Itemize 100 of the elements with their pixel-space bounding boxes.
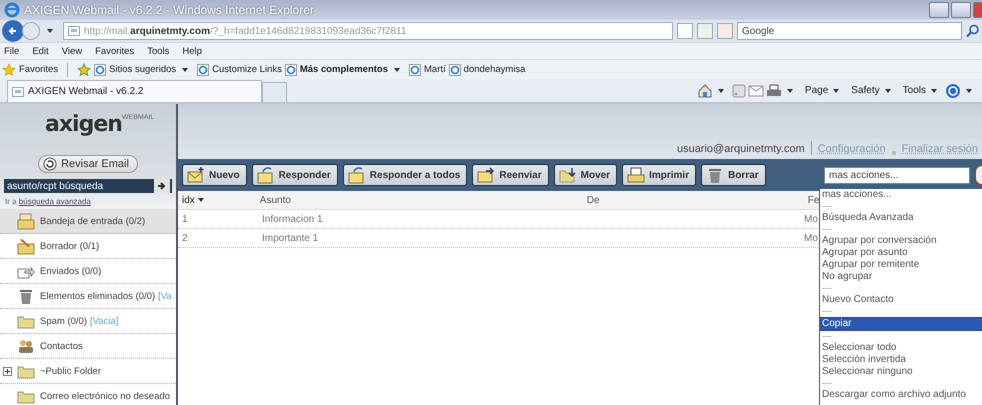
toolbar-button[interactable]: Responder a todos	[342, 164, 468, 186]
forward-mail-icon	[477, 166, 496, 184]
menu-item[interactable]: Tools	[147, 46, 170, 56]
dropdown-option[interactable]: Seleccionar todo	[820, 342, 982, 354]
caret-icon	[966, 88, 972, 92]
column-header[interactable]: Asunto	[256, 194, 583, 206]
table-cell-text: 2	[181, 232, 189, 244]
caret-icon	[47, 29, 53, 33]
toolbar-button[interactable]: Mover	[554, 164, 618, 186]
command-menu[interactable]: Page	[804, 85, 828, 96]
page-icon	[12, 86, 24, 98]
trash-icon	[17, 287, 35, 305]
folder-item[interactable]: Elementos eliminados (0/0) [Va	[0, 284, 176, 309]
dropdown-option[interactable]: No agrupar	[820, 271, 982, 283]
separator: —	[821, 201, 833, 212]
reply-mail-icon	[256, 166, 275, 184]
separator: —	[821, 331, 833, 342]
dropdown-option[interactable]: mas acciones...	[820, 189, 982, 201]
column-header[interactable]: idx	[178, 194, 195, 206]
address-field[interactable]: http://mail.arquinetmty.com/?_h=fadd1e146d8219831093ead36c7f2811	[63, 22, 673, 40]
separator: —	[821, 224, 833, 235]
dropdown-option[interactable]: Agrupar por conversación	[820, 235, 982, 247]
dropdown-option[interactable]: Copiar	[820, 317, 982, 331]
favorites-link[interactable]: Martí	[424, 64, 446, 75]
dropdown-option[interactable]: Seleccionar ninguno	[820, 366, 982, 378]
column-header[interactable]: De	[582, 194, 804, 206]
search-icon[interactable]	[966, 24, 980, 38]
dropdown-option[interactable]: Descargar como archivo adjunto	[820, 389, 982, 401]
star-icon[interactable]	[2, 62, 16, 76]
page-icon	[68, 25, 80, 37]
toolbar-button[interactable]: Imprimir	[622, 164, 696, 186]
menu-item[interactable]: Help	[182, 46, 202, 56]
command-menu[interactable]: Tools	[902, 85, 926, 96]
caret-icon	[786, 88, 793, 92]
menu-item[interactable]: File	[4, 46, 20, 56]
window-title: AXIGEN Webmail - v6.2.2 - Windows Internet Explorer	[24, 3, 314, 17]
feed-icon[interactable]	[732, 84, 746, 98]
arrow-right-icon	[157, 181, 167, 191]
folder-item[interactable]: Contactos	[0, 334, 176, 359]
stop-button[interactable]	[717, 23, 733, 39]
folder-item[interactable]: Borrador (0/1)	[0, 234, 176, 259]
dropdown-button[interactable]	[975, 165, 982, 185]
folder-item[interactable]: Correo electrónico no deseado	[0, 384, 176, 405]
link-page-icon	[197, 64, 210, 76]
reply-mail-icon	[348, 166, 366, 184]
command-menu[interactable]: Safety	[851, 85, 880, 96]
link-page-icon	[284, 64, 297, 76]
caret-icon	[833, 88, 840, 92]
back-arrow-icon	[8, 26, 18, 36]
link-prefix: Ir a	[5, 197, 17, 206]
toolbar-button[interactable]: Responder	[252, 164, 338, 186]
toolbar-button[interactable]: Borrar	[701, 164, 766, 186]
menu-item[interactable]: Favorites	[95, 46, 134, 56]
user-email: usuario@arquinetmty.com	[676, 143, 805, 155]
dropdown-option[interactable]: Búsqueda Avanzada	[820, 212, 982, 224]
draft-folder-icon	[17, 237, 35, 255]
favorites-link[interactable]: Más complementos	[300, 64, 388, 75]
home-icon[interactable]	[696, 82, 713, 98]
folder-item[interactable]: Spam (0/0) [Vacia]	[0, 309, 176, 334]
dropdown-option[interactable]: Nuevo Contacto	[820, 294, 982, 306]
dropdown-option[interactable]: Agrupar por remitente	[820, 259, 982, 271]
folder-arrow-icon	[558, 166, 577, 184]
table-cell-text: 1	[181, 214, 189, 224]
add-favorite-icon[interactable]	[77, 62, 92, 76]
search-field[interactable]: asunto/rcpt búsqueda	[4, 179, 172, 193]
table-cell-text: Importante 1	[261, 232, 320, 244]
forward-button[interactable]	[22, 22, 40, 40]
back-button[interactable]	[2, 20, 24, 42]
printer-icon[interactable]	[766, 82, 782, 98]
help-icon[interactable]	[945, 82, 961, 98]
folder-item[interactable]: ~Public Folder	[0, 359, 176, 384]
restore-button[interactable]	[951, 2, 971, 18]
caret-icon	[394, 68, 400, 72]
caret-icon	[718, 88, 724, 92]
folder-item[interactable]: Bandeja de entrada (0/2)	[0, 209, 176, 234]
separator: —	[821, 306, 833, 317]
dropdown-option[interactable]: Selección invertida	[820, 354, 982, 366]
favorites-link[interactable]: Favorites	[19, 64, 58, 75]
dropdown-option[interactable]: Agrupar por asunto	[820, 247, 982, 259]
favorites-link[interactable]: Sitios sugeridos	[109, 64, 176, 75]
favorites-link[interactable]: Customize Links	[212, 64, 282, 75]
more-actions-select[interactable]: mas acciones...	[824, 166, 970, 184]
menu-item[interactable]: View	[62, 46, 82, 56]
refresh-icon	[43, 157, 58, 171]
expand-icon[interactable]	[3, 366, 12, 376]
browser-logo-icon	[4, 2, 20, 18]
refresh-button[interactable]	[697, 23, 713, 39]
menu-item[interactable]: Edit	[32, 46, 49, 56]
toolbar-button[interactable]: Nuevo	[182, 164, 247, 186]
favorites-link[interactable]: dondehaymisa	[464, 64, 526, 75]
advanced-search-link[interactable]: búsqueda avanzada	[18, 197, 91, 206]
caret-icon	[182, 68, 188, 72]
browser-tab[interactable]: AXIGEN Webmail - v6.2.2	[7, 80, 262, 102]
go-button[interactable]	[154, 179, 170, 193]
folder-item[interactable]: Enviados (0/0)	[0, 259, 176, 284]
search-field[interactable]: Google	[737, 22, 962, 40]
check-email-button[interactable]: Revisar Email	[38, 155, 138, 173]
minimize-button[interactable]	[929, 2, 949, 18]
toolbar-button[interactable]: Reenviar	[472, 164, 549, 186]
separator: —	[821, 283, 833, 294]
